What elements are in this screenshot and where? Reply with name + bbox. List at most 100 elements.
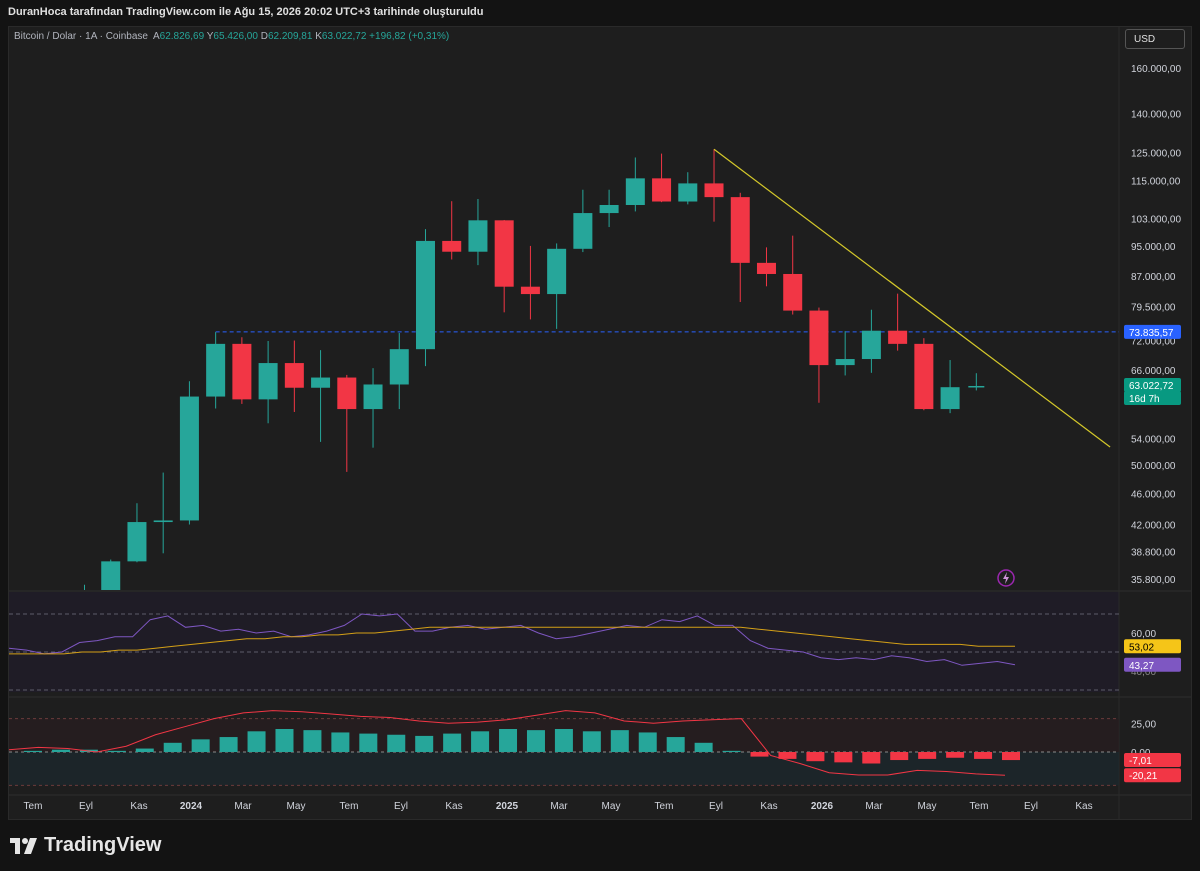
osc-bar — [582, 731, 601, 752]
candle-body — [389, 349, 409, 385]
osc-bar — [359, 733, 378, 752]
osc-bar — [666, 737, 685, 752]
time-tick-label: Eyl — [79, 801, 93, 812]
osc-bar — [834, 752, 853, 763]
price-tick-label: 42.000,00 — [1131, 520, 1176, 531]
price-tick-label: 79.500,00 — [1131, 303, 1176, 314]
candle-body — [730, 197, 750, 263]
osc-bar — [750, 752, 769, 757]
osc-bar — [1002, 752, 1020, 761]
symbol-legend: Bitcoin / Dolar · 1A · Coinbase A62.826,… — [14, 31, 449, 42]
candle-body — [311, 377, 331, 388]
currency-button[interactable]: USD — [1125, 29, 1185, 49]
candle-body — [968, 385, 985, 388]
time-tick-label: Kas — [445, 801, 462, 812]
time-tick-label: Mar — [550, 801, 568, 812]
high-value: 65.426,00 — [213, 31, 258, 42]
osc-bar — [24, 750, 42, 752]
price-tick-label: 87.000,00 — [1131, 272, 1176, 283]
price-tick-label: 125.000,00 — [1131, 148, 1181, 159]
osc-signal-tag: -20,21 — [1124, 768, 1181, 783]
countdown-tag-text: 16d 7h — [1129, 394, 1160, 405]
low-label: D — [260, 31, 268, 42]
tradingview-logo[interactable]: TradingView — [10, 834, 161, 857]
candle-body — [468, 220, 488, 252]
candle-body — [363, 384, 383, 410]
candle-body — [809, 310, 829, 366]
lightning-icon-bolt — [1003, 572, 1009, 584]
price-tick-label: 35.800,00 — [1131, 575, 1176, 586]
price-tick-label: 54.000,00 — [1131, 435, 1176, 446]
osc-bar — [694, 742, 713, 752]
osc-bar — [554, 729, 573, 752]
candle-body — [494, 220, 514, 287]
osc-bar — [163, 742, 182, 752]
candles-group — [84, 149, 985, 590]
osc-bar — [526, 730, 545, 752]
candle-body — [704, 183, 724, 198]
open-value: 62.826,69 — [159, 31, 205, 42]
price-tick-label: 66.000,00 — [1131, 366, 1176, 377]
osc-bar — [247, 731, 266, 752]
tradingview-icon — [10, 837, 37, 854]
osc-bar — [890, 752, 909, 761]
price-tick-label: 46.000,00 — [1131, 489, 1176, 500]
candle-body — [835, 359, 855, 366]
candle-body — [652, 178, 672, 202]
candle-body — [415, 240, 435, 350]
close-label: K — [315, 31, 322, 42]
time-tick-label: Tem — [655, 801, 674, 812]
candle-body — [678, 183, 698, 202]
time-tick-label: Tem — [970, 801, 989, 812]
close-value: 63.022,72 — [321, 31, 367, 42]
time-tick-label: Mar — [234, 801, 252, 812]
osc-bar — [219, 737, 238, 752]
candle-body — [861, 330, 881, 360]
change-value: +196,82 (+0,31%) — [369, 31, 450, 42]
time-tick-label: Kas — [760, 801, 777, 812]
candle-body — [442, 240, 462, 252]
candle-body — [258, 363, 278, 400]
candle-body — [914, 343, 934, 410]
osc-bar — [135, 748, 154, 752]
osc-bar — [918, 752, 937, 759]
osc-bar — [51, 749, 70, 752]
time-tick-label: May — [602, 801, 621, 812]
osc-bar — [862, 752, 881, 764]
time-tick-label: Kas — [1075, 801, 1092, 812]
osc-bar — [946, 752, 965, 758]
price-tick-label: 160.000,00 — [1131, 64, 1181, 75]
candle-body — [337, 377, 357, 410]
time-tick-label: May — [918, 801, 937, 812]
candle-body — [206, 343, 226, 397]
osc-value-tag-text: -7,01 — [1129, 756, 1152, 767]
osc-bar — [974, 752, 993, 759]
rsi-ma-tag: 53,02 — [1124, 639, 1181, 654]
price-tick-label: 115.000,00 — [1131, 177, 1181, 188]
time-tick-label: May — [287, 801, 306, 812]
osc-tick-label: 25,00 — [1131, 719, 1156, 730]
osc-signal-tag-text: -20,21 — [1129, 771, 1158, 782]
time-tick-label: 2024 — [180, 801, 203, 812]
countdown-tag: 16d 7h — [1124, 390, 1181, 405]
osc-bar — [303, 730, 322, 752]
rsi-value-tag: 43,27 — [1124, 657, 1181, 672]
osc-bar — [443, 733, 462, 752]
price-tick-label: 38.800,00 — [1131, 548, 1176, 559]
osc-bar — [387, 734, 406, 752]
osc-bar — [638, 732, 657, 752]
candle-body — [101, 561, 121, 590]
time-tick-label: Mar — [865, 801, 883, 812]
time-tick-label: 2025 — [496, 801, 519, 812]
chart-canvas[interactable]: 160.000,00 140.000,00 125.000,00 115.000,00… — [0, 0, 1200, 871]
low-value: 62.209,81 — [267, 31, 313, 42]
open-label: A — [152, 31, 160, 42]
price-tick-label: 50.000,00 — [1131, 461, 1176, 472]
osc-bar — [806, 752, 825, 762]
time-tick-label: Eyl — [394, 801, 408, 812]
candle-body — [547, 248, 567, 295]
osc-bar — [415, 735, 434, 752]
candle-body — [888, 330, 908, 344]
candle-body — [756, 262, 776, 274]
price-tick-label: 103.000,00 — [1131, 214, 1181, 225]
